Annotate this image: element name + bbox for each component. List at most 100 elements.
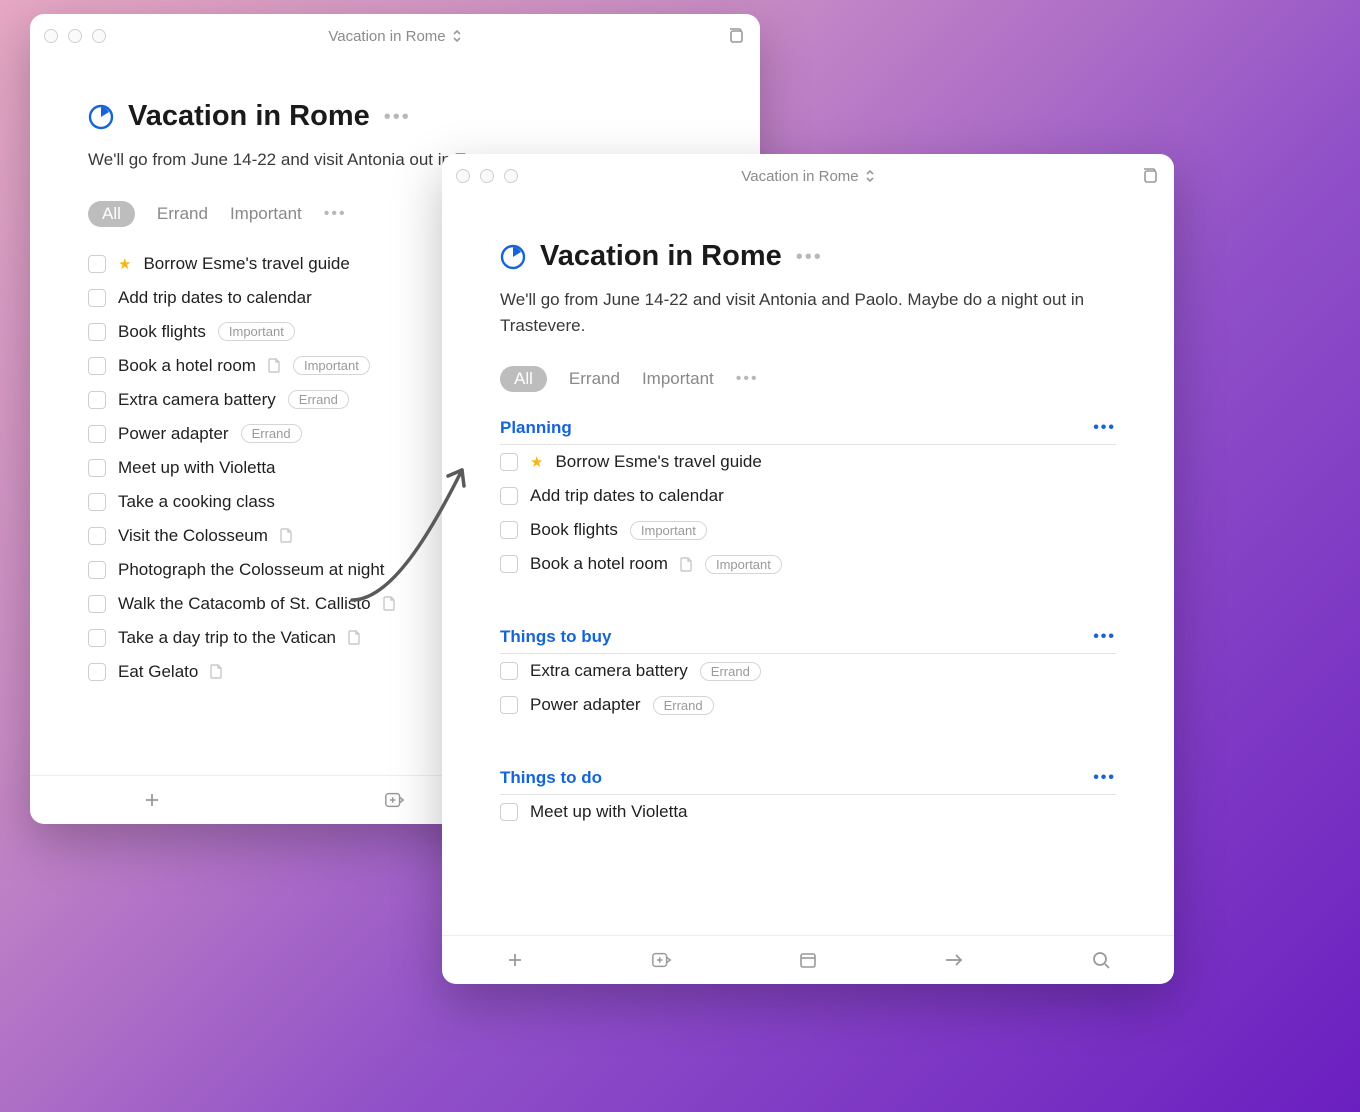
bottom-toolbar: [442, 935, 1174, 984]
todo-item[interactable]: Extra camera battery Errand: [500, 654, 1116, 688]
todo-title: Add trip dates to calendar: [118, 288, 312, 308]
filter-all[interactable]: All: [500, 366, 547, 392]
todo-title: Take a day trip to the Vatican: [118, 628, 336, 648]
todo-title: Extra camera battery: [530, 661, 688, 681]
new-window-icon[interactable]: [726, 26, 746, 46]
todo-checkbox[interactable]: [88, 663, 106, 681]
section-heading: Things to do: [500, 768, 602, 788]
todo-checkbox[interactable]: [88, 595, 106, 613]
todo-checkbox[interactable]: [88, 391, 106, 409]
filter-important[interactable]: Important: [230, 204, 302, 224]
project-title[interactable]: Vacation in Rome: [128, 100, 370, 133]
traffic-zoom-icon[interactable]: [504, 169, 518, 183]
filter-errand[interactable]: Errand: [157, 204, 208, 224]
todo-checkbox[interactable]: [500, 803, 518, 821]
search-icon[interactable]: [1090, 949, 1112, 971]
todo-tag[interactable]: Errand: [241, 424, 302, 443]
todo-item[interactable]: Book a hotel roomImportant: [500, 547, 1116, 581]
todo-title: Visit the Colosseum: [118, 526, 268, 546]
todo-checkbox[interactable]: [88, 493, 106, 511]
note-icon: [268, 358, 281, 373]
window-title[interactable]: Vacation in Rome: [741, 168, 858, 185]
traffic-minimize-icon[interactable]: [480, 169, 494, 183]
todo-title: Extra camera battery: [118, 390, 276, 410]
project-header: Vacation in Rome ••• We'll go from June …: [442, 198, 1174, 392]
todo-checkbox[interactable]: [500, 696, 518, 714]
todo-checkbox[interactable]: [88, 323, 106, 341]
dropdown-icon[interactable]: [865, 169, 875, 183]
new-todo-icon[interactable]: [504, 949, 526, 971]
todo-checkbox[interactable]: [500, 487, 518, 505]
project-notes[interactable]: We'll go from June 14-22 and visit Anton…: [500, 287, 1116, 338]
star-icon: ★: [118, 255, 131, 273]
todo-item[interactable]: Power adapter Errand: [500, 688, 1116, 722]
calendar-icon[interactable]: [797, 949, 819, 971]
todo-item[interactable]: Meet up with Violetta: [500, 795, 1116, 829]
todo-title: Meet up with Violetta: [118, 458, 276, 478]
todo-checkbox[interactable]: [88, 527, 106, 545]
project-title[interactable]: Vacation in Rome: [540, 240, 782, 273]
traffic-lights: [44, 29, 106, 43]
new-window-icon[interactable]: [1140, 166, 1160, 186]
new-heading-icon[interactable]: [651, 949, 673, 971]
filter-all[interactable]: All: [88, 201, 135, 227]
todo-title: Power adapter: [530, 695, 641, 715]
window-right: Vacation in Rome Vacation in Rome ••• We…: [442, 154, 1174, 984]
filter-errand[interactable]: Errand: [569, 369, 620, 389]
todo-checkbox[interactable]: [88, 629, 106, 647]
section-menu-icon[interactable]: •••: [1093, 628, 1116, 646]
new-heading-icon[interactable]: [384, 789, 406, 811]
filter-more-icon[interactable]: •••: [324, 206, 347, 222]
todo-tag[interactable]: Errand: [700, 662, 761, 681]
todo-tag[interactable]: Important: [630, 521, 707, 540]
todo-checkbox[interactable]: [88, 289, 106, 307]
todo-checkbox[interactable]: [88, 255, 106, 273]
project-progress-icon: [500, 244, 526, 270]
move-icon[interactable]: [943, 949, 965, 971]
todo-checkbox[interactable]: [500, 521, 518, 539]
section-heading-row[interactable]: Things to buy•••: [500, 621, 1116, 654]
todo-tag[interactable]: Errand: [653, 696, 714, 715]
todo-list: Planning•••★Borrow Esme's travel guide Ad…: [442, 392, 1174, 935]
traffic-close-icon[interactable]: [456, 169, 470, 183]
todo-title: Book flights: [118, 322, 206, 342]
project-progress-icon: [88, 104, 114, 130]
titlebar: Vacation in Rome: [442, 154, 1174, 198]
todo-item[interactable]: Book flightsImportant: [500, 513, 1116, 547]
section-menu-icon[interactable]: •••: [1093, 769, 1116, 787]
todo-tag[interactable]: Important: [218, 322, 295, 341]
todo-item[interactable]: ★Borrow Esme's travel guide: [500, 445, 1116, 479]
traffic-minimize-icon[interactable]: [68, 29, 82, 43]
todo-checkbox[interactable]: [500, 662, 518, 680]
todo-checkbox[interactable]: [88, 357, 106, 375]
section-menu-icon[interactable]: •••: [1093, 419, 1116, 437]
todo-title: Walk the Catacomb of St. Callisto: [118, 594, 371, 614]
todo-tag[interactable]: Important: [705, 555, 782, 574]
note-icon: [383, 596, 396, 611]
todo-title: Take a cooking class: [118, 492, 275, 512]
project-menu-icon[interactable]: •••: [384, 107, 411, 127]
todo-checkbox[interactable]: [88, 425, 106, 443]
todo-tag[interactable]: Important: [293, 356, 370, 375]
dropdown-icon[interactable]: [452, 29, 462, 43]
todo-checkbox[interactable]: [500, 555, 518, 573]
filter-bar: All Errand Important •••: [500, 366, 1116, 392]
todo-checkbox[interactable]: [500, 453, 518, 471]
new-todo-icon[interactable]: [141, 789, 163, 811]
traffic-lights: [456, 169, 518, 183]
section-heading-row[interactable]: Things to do •••: [500, 762, 1116, 795]
filter-important[interactable]: Important: [642, 369, 714, 389]
traffic-close-icon[interactable]: [44, 29, 58, 43]
window-title[interactable]: Vacation in Rome: [328, 28, 445, 45]
todo-tag[interactable]: Errand: [288, 390, 349, 409]
todo-checkbox[interactable]: [88, 459, 106, 477]
todo-checkbox[interactable]: [88, 561, 106, 579]
traffic-zoom-icon[interactable]: [92, 29, 106, 43]
filter-more-icon[interactable]: •••: [736, 371, 759, 387]
todo-title: Eat Gelato: [118, 662, 198, 682]
todo-title: Add trip dates to calendar: [530, 486, 724, 506]
todo-item[interactable]: Add trip dates to calendar: [500, 479, 1116, 513]
project-menu-icon[interactable]: •••: [796, 247, 823, 267]
section-heading-row[interactable]: Planning•••: [500, 412, 1116, 445]
todo-title: Borrow Esme's travel guide: [143, 254, 349, 274]
